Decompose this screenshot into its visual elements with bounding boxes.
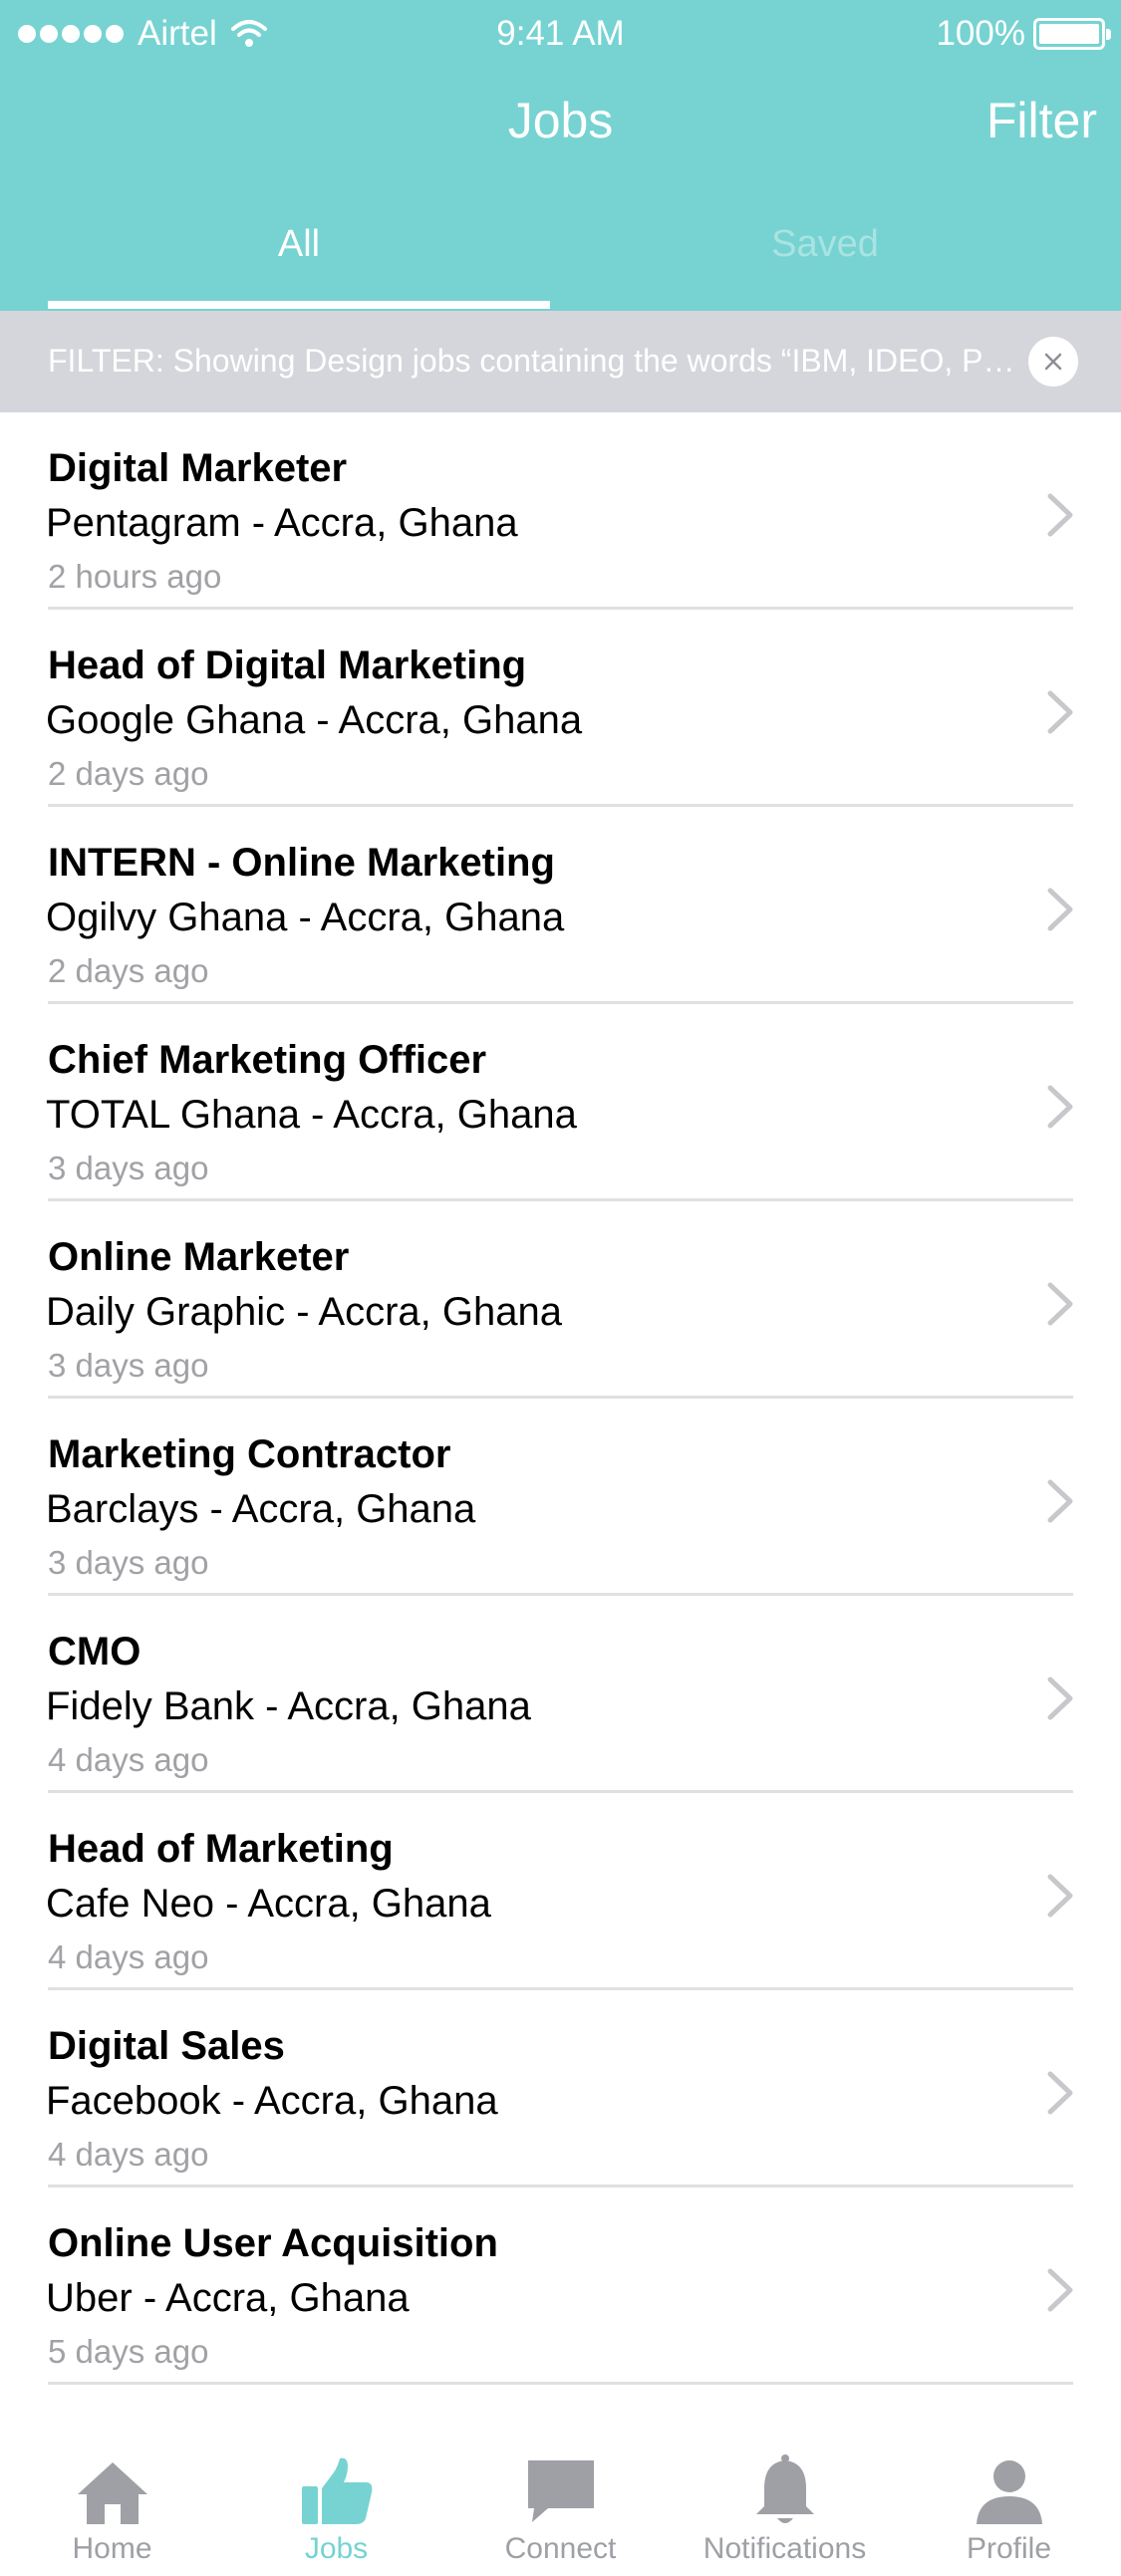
job-row[interactable]: Head of Digital Marketing Google Ghana -… <box>0 610 1121 807</box>
job-title: INTERN - Online Marketing <box>48 841 555 885</box>
job-company: Fidely Bank - Accra, Ghana <box>46 1684 531 1728</box>
tabbar-item-jobs[interactable]: Jobs <box>224 2421 448 2576</box>
battery-icon <box>1033 18 1111 50</box>
job-list: Digital Marketer Pentagram - Accra, Ghan… <box>0 412 1121 2385</box>
job-title: Digital Sales <box>48 2024 285 2068</box>
job-row[interactable]: Chief Marketing Officer TOTAL Ghana - Ac… <box>0 1004 1121 1201</box>
job-row[interactable]: Online Marketer Daily Graphic - Accra, G… <box>0 1201 1121 1399</box>
job-posted-time: 5 days ago <box>48 2333 209 2370</box>
job-company: Pentagram - Accra, Ghana <box>46 501 518 545</box>
job-company: Uber - Accra, Ghana <box>46 2276 410 2320</box>
chevron-right-icon <box>1047 2268 1073 2312</box>
job-company: Cafe Neo - Accra, Ghana <box>46 1882 491 1926</box>
job-row[interactable]: CMO Fidely Bank - Accra, Ghana 4 days ag… <box>0 1596 1121 1793</box>
job-row[interactable]: INTERN - Online Marketing Ogilvy Ghana -… <box>0 807 1121 1004</box>
tabbar-item-home[interactable]: Home <box>0 2421 224 2576</box>
person-icon <box>977 2460 1042 2524</box>
job-row[interactable]: Digital Sales Facebook - Accra, Ghana 4 … <box>0 1990 1121 2188</box>
status-right: 100% <box>936 14 1111 54</box>
tabbar-item-connect[interactable]: Connect <box>448 2421 673 2576</box>
job-company: Barclays - Accra, Ghana <box>46 1487 476 1531</box>
chat-bubble-icon <box>528 2460 594 2522</box>
bell-icon <box>756 2454 814 2523</box>
row-divider <box>48 2382 1073 2385</box>
header: Airtel 9:41 AM 100% Jobs Filter All Save… <box>0 0 1121 311</box>
job-title: Chief Marketing Officer <box>48 1038 487 1082</box>
battery-percent: 100% <box>936 14 1025 53</box>
chevron-right-icon <box>1047 1085 1073 1129</box>
chevron-right-icon <box>1047 2071 1073 2115</box>
job-row[interactable]: Head of Marketing Cafe Neo - Accra, Ghan… <box>0 1793 1121 1990</box>
job-posted-time: 2 hours ago <box>48 558 222 595</box>
chevron-right-icon <box>1047 888 1073 931</box>
tabbar-label: Connect <box>504 2532 617 2565</box>
job-company: TOTAL Ghana - Accra, Ghana <box>46 1093 577 1137</box>
job-row[interactable]: Digital Marketer Pentagram - Accra, Ghan… <box>0 412 1121 610</box>
home-icon <box>78 2462 147 2524</box>
job-row[interactable]: Marketing Contractor Barclays - Accra, G… <box>0 1399 1121 1596</box>
tab-all[interactable]: All <box>48 223 550 266</box>
chevron-right-icon <box>1047 1676 1073 1720</box>
job-posted-time: 3 days ago <box>48 1347 209 1384</box>
job-company: Facebook - Accra, Ghana <box>46 2079 498 2123</box>
filter-button[interactable]: Filter <box>986 92 1097 149</box>
job-posted-time: 3 days ago <box>48 1150 209 1186</box>
job-company: Ogilvy Ghana - Accra, Ghana <box>46 896 565 939</box>
page-title: Jobs <box>507 93 614 148</box>
job-company: Daily Graphic - Accra, Ghana <box>46 1290 562 1334</box>
tab-saved[interactable]: Saved <box>574 223 1076 266</box>
job-title: Marketing Contractor <box>48 1432 451 1476</box>
job-title: Head of Marketing <box>48 1827 394 1871</box>
chevron-right-icon <box>1047 1479 1073 1523</box>
job-title: Digital Marketer <box>48 446 348 490</box>
tabbar-item-notifications[interactable]: Notifications <box>673 2421 897 2576</box>
tabbar-label: Notifications <box>702 2532 867 2565</box>
chevron-right-icon <box>1047 1282 1073 1326</box>
job-posted-time: 2 days ago <box>48 755 209 792</box>
thumbs-up-icon <box>302 2457 373 2524</box>
tab-bar: Home Jobs Connect Notifications Profile <box>0 2421 1121 2576</box>
tabbar-label: Home <box>72 2532 152 2565</box>
chevron-right-icon <box>1047 690 1073 734</box>
job-posted-time: 4 days ago <box>48 1741 209 1778</box>
tabbar-item-profile[interactable]: Profile <box>897 2421 1121 2576</box>
job-title: CMO <box>48 1630 141 1674</box>
job-title: Head of Digital Marketing <box>48 644 527 687</box>
job-company: Google Ghana - Accra, Ghana <box>46 698 583 742</box>
filter-banner-text: FILTER: Showing Design jobs containing t… <box>48 343 1019 379</box>
tabbar-label: Profile <box>966 2532 1052 2565</box>
job-posted-time: 4 days ago <box>48 2136 209 2173</box>
job-title: Online User Acquisition <box>48 2221 498 2265</box>
tabbar-label: Jobs <box>304 2532 369 2565</box>
chevron-right-icon <box>1047 493 1073 537</box>
job-posted-time: 3 days ago <box>48 1544 209 1581</box>
job-posted-time: 2 days ago <box>48 952 209 989</box>
job-title: Online Marketer <box>48 1235 350 1279</box>
filter-banner: FILTER: Showing Design jobs containing t… <box>0 311 1121 412</box>
active-tab-indicator <box>48 301 550 309</box>
status-bar: Airtel 9:41 AM 100% <box>0 0 1121 66</box>
job-row[interactable]: Online User Acquisition Uber - Accra, Gh… <box>0 2188 1121 2385</box>
chevron-right-icon <box>1047 1874 1073 1918</box>
clear-filter-button[interactable] <box>1028 337 1078 386</box>
job-posted-time: 4 days ago <box>48 1938 209 1975</box>
close-icon <box>1044 353 1062 371</box>
